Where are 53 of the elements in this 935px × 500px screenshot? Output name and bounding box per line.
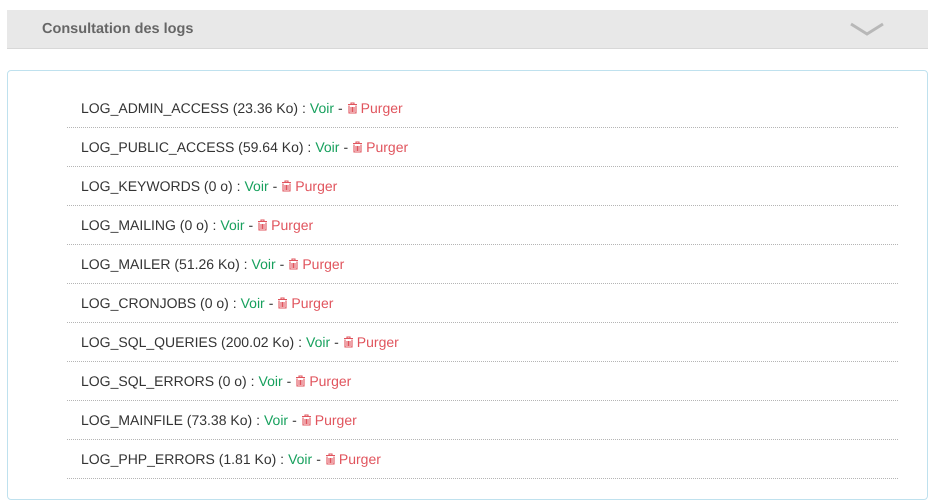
view-link[interactable]: Voir (288, 451, 312, 467)
view-link[interactable]: Voir (306, 334, 330, 350)
separator: - (268, 295, 274, 311)
separator: - (292, 412, 297, 428)
section-title: Consultation des logs (42, 21, 194, 37)
trash-icon (352, 141, 364, 153)
log-name: LOG_ADMIN_ACCESS (23.36 Ko) : (81, 100, 306, 116)
separator: - (343, 139, 348, 155)
trash-icon (295, 375, 306, 387)
trash-icon (346, 102, 358, 114)
trash-icon (300, 414, 312, 426)
separator: - (286, 373, 292, 389)
view-link[interactable]: Voir (315, 139, 340, 155)
purge-link[interactable]: Purger (295, 373, 352, 389)
chevron-icon[interactable] (849, 21, 885, 37)
separator: - (280, 256, 284, 272)
separator: - (338, 100, 343, 116)
purge-link[interactable]: Purger (352, 139, 408, 155)
trash-icon (324, 453, 336, 465)
log-name: LOG_MAINFILE (73.38 Ko) : (81, 412, 260, 428)
view-link[interactable]: Voir (244, 178, 269, 194)
separator: - (316, 451, 321, 467)
log-name: LOG_KEYWORDS (0 o) : (81, 178, 240, 194)
view-link[interactable]: Voir (220, 217, 244, 233)
log-name: LOG_PUBLIC_ACCESS (59.64 Ko) : (81, 139, 312, 155)
log-name: LOG_CRONJOBS (0 o) : (81, 295, 237, 311)
trash-icon (288, 258, 300, 270)
view-link[interactable]: Voir (264, 412, 288, 428)
view-link[interactable]: Voir (258, 373, 283, 389)
purge-link[interactable]: Purger (342, 334, 399, 350)
log-name: LOG_SQL_QUERIES (200.02 Ko) : (81, 334, 302, 350)
view-link[interactable]: Voir (252, 256, 276, 272)
purge-link[interactable]: Purger (324, 451, 381, 467)
log-name: LOG_MAILING (0 o) : (81, 217, 216, 233)
purge-link[interactable]: Purger (277, 295, 334, 311)
trash-icon (277, 297, 288, 309)
log-name: LOG_MAILER (51.26 Ko) : (81, 256, 248, 272)
purge-link[interactable]: Purger (300, 412, 357, 428)
purge-link[interactable]: Purger (257, 217, 314, 233)
trash-icon (342, 336, 354, 348)
view-link[interactable]: Voir (310, 100, 334, 116)
separator: - (334, 334, 339, 350)
log-name: LOG_SQL_ERRORS (0 o) : (81, 373, 255, 389)
purge-link[interactable]: Purger (346, 100, 403, 116)
separator: - (248, 217, 254, 233)
trash-icon (257, 219, 268, 231)
trash-icon (281, 180, 292, 192)
log-name: LOG_PHP_ERRORS (1.81 Ko) : (81, 451, 284, 467)
purge-link[interactable]: Purger (281, 178, 338, 194)
section-header[interactable]: Consultation des logs (7, 10, 928, 49)
purge-link[interactable]: Purger (288, 256, 344, 272)
view-link[interactable]: Voir (240, 295, 265, 311)
separator: - (272, 178, 278, 194)
